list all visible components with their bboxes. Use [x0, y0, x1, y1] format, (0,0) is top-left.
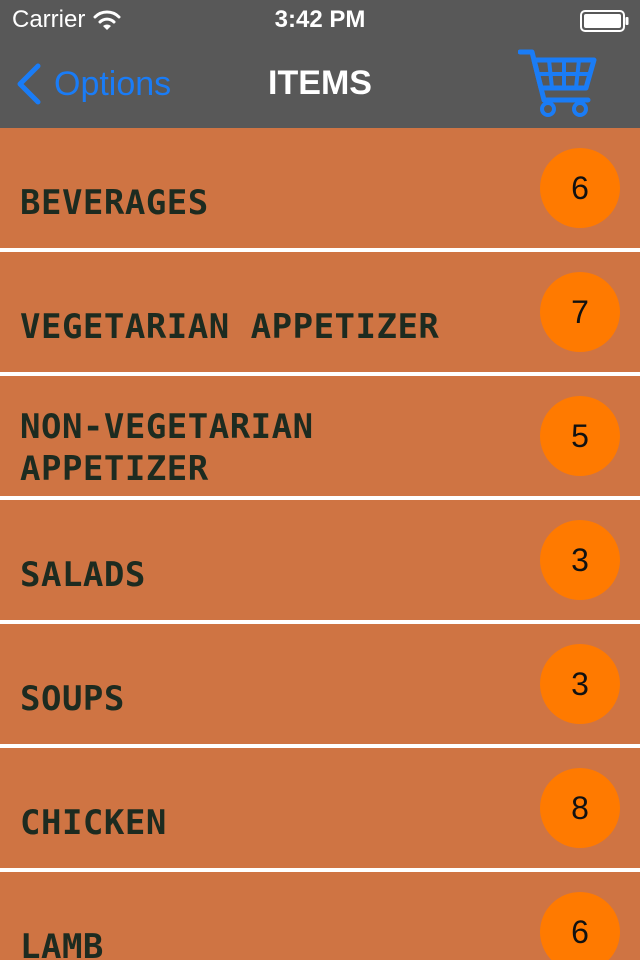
category-list: BEVERAGES 6 VEGETARIAN APPETIZER 7 NON-V… — [0, 128, 640, 960]
category-row-lamb[interactable]: LAMB 6 — [0, 872, 640, 960]
category-row-chicken[interactable]: CHICKEN 8 — [0, 748, 640, 868]
item-count-badge: 3 — [540, 644, 620, 724]
category-label: SOUPS — [20, 679, 125, 719]
status-time: 3:42 PM — [274, 6, 366, 33]
category-label: NON-VEGETARIAN APPETIZER — [20, 407, 314, 489]
category-row-non-vegetarian-appetizer[interactable]: NON-VEGETARIAN APPETIZER 5 — [0, 376, 640, 496]
battery-icon — [580, 10, 629, 32]
category-row-beverages[interactable]: BEVERAGES 6 — [0, 128, 640, 248]
category-row-soups[interactable]: SOUPS 3 — [0, 624, 640, 744]
category-row-vegetarian-appetizer[interactable]: VEGETARIAN APPETIZER 7 — [0, 252, 640, 372]
category-label: BEVERAGES — [20, 183, 209, 223]
category-label: LAMB — [20, 927, 104, 960]
item-count-badge: 6 — [540, 148, 620, 228]
status-bar: Carrier 3:42 PM — [0, 0, 640, 40]
shopping-cart-icon[interactable] — [518, 44, 598, 118]
navigation-bar: Options ITEMS — [0, 40, 640, 128]
item-count-badge: 5 — [540, 396, 620, 476]
category-label: SALADS — [20, 555, 146, 595]
top-bar: Carrier 3:42 PM Options ITEMS — [0, 0, 640, 128]
items-screen: Carrier 3:42 PM Options ITEMS BEVERAGES … — [0, 0, 640, 960]
item-count-badge: 8 — [540, 768, 620, 848]
category-label: CHICKEN — [20, 803, 167, 843]
item-count-badge: 7 — [540, 272, 620, 352]
category-label: VEGETARIAN APPETIZER — [20, 307, 440, 347]
category-row-salads[interactable]: SALADS 3 — [0, 500, 640, 620]
item-count-badge: 3 — [540, 520, 620, 600]
item-count-badge: 6 — [540, 892, 620, 960]
